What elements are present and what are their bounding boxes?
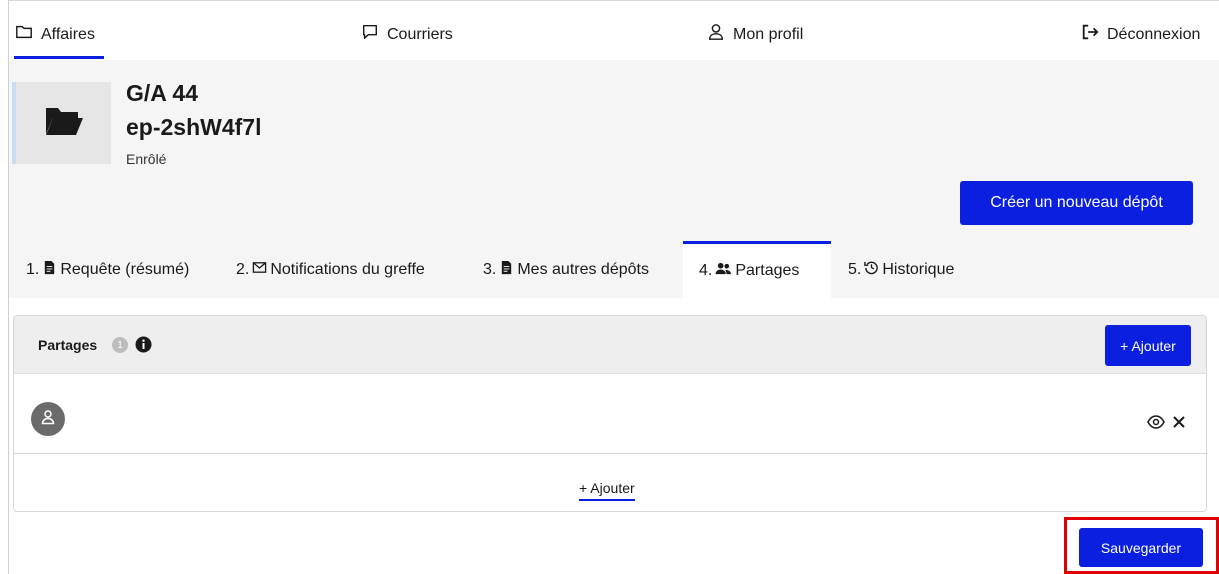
- tab-notifications[interactable]: 2. Notifications du greffe: [236, 241, 425, 298]
- logout-icon: [1081, 23, 1099, 46]
- nav-mon-profil-label: Mon profil: [733, 25, 804, 43]
- tab-partages[interactable]: 4. Partages: [683, 241, 831, 298]
- partages-panel: Partages 1 + Ajouter + Ajouter: [13, 315, 1207, 512]
- avatar: [31, 402, 65, 436]
- mail-icon: [252, 260, 267, 280]
- tab-number: 1.: [26, 260, 40, 278]
- tab-number: 4.: [699, 262, 713, 279]
- open-folder-icon: [44, 104, 84, 143]
- add-share-link[interactable]: + Ajouter: [579, 480, 635, 501]
- nav-mon-profil[interactable]: Mon profil: [707, 23, 803, 46]
- case-title: G/A 44: [126, 80, 199, 106]
- case-icon-container: [16, 82, 111, 164]
- tab-number: 3.: [483, 260, 497, 278]
- nav-affaires[interactable]: Affaires: [15, 23, 95, 46]
- case-reference: ep-2shW4f7l: [126, 114, 262, 140]
- tab-number: 5.: [848, 260, 862, 278]
- info-icon[interactable]: [135, 336, 152, 353]
- document-icon: [499, 260, 514, 280]
- save-button[interactable]: Sauvegarder: [1079, 528, 1203, 567]
- new-deposit-button[interactable]: Créer un nouveau dépôt: [960, 181, 1193, 225]
- history-icon: [864, 260, 879, 280]
- eye-icon[interactable]: [1147, 415, 1165, 429]
- nav-courriers-label: Courriers: [387, 25, 453, 43]
- partages-panel-header: Partages 1 + Ajouter: [14, 316, 1206, 374]
- partages-count-badge: 1: [112, 337, 128, 353]
- nav-active-indicator: [14, 56, 104, 59]
- user-icon: [40, 409, 56, 430]
- add-share-button[interactable]: + Ajouter: [1105, 325, 1191, 366]
- tab-historique[interactable]: 5. Historique: [848, 241, 954, 298]
- share-row: [14, 374, 1206, 454]
- tab-autres-depots[interactable]: 3. Mes autres dépôts: [483, 241, 649, 298]
- nav-courriers[interactable]: Courriers: [361, 23, 453, 46]
- tab-label: Mes autres dépôts: [517, 260, 649, 278]
- tab-requete[interactable]: 1. Requête (résumé): [26, 241, 189, 298]
- tab-label: Partages: [735, 262, 800, 279]
- document-icon: [42, 260, 57, 280]
- message-icon: [361, 23, 379, 46]
- nav-deconnexion[interactable]: Déconnexion: [1081, 23, 1200, 46]
- tab-number: 2.: [236, 260, 250, 278]
- top-navigation: Affaires Courriers Mon profil Déconnexio…: [9, 0, 1219, 60]
- folder-icon: [15, 23, 33, 46]
- user-icon: [707, 23, 725, 46]
- tab-label: Historique: [882, 260, 955, 278]
- users-icon: [715, 261, 732, 281]
- nav-affaires-label: Affaires: [41, 25, 95, 43]
- nav-deconnexion-label: Déconnexion: [1107, 25, 1201, 43]
- case-status: Enrôlé: [126, 151, 167, 167]
- tab-label: Notifications du greffe: [270, 260, 425, 278]
- close-icon[interactable]: [1172, 415, 1186, 429]
- tab-label: Requête (résumé): [60, 260, 190, 278]
- partages-title: Partages: [38, 337, 98, 353]
